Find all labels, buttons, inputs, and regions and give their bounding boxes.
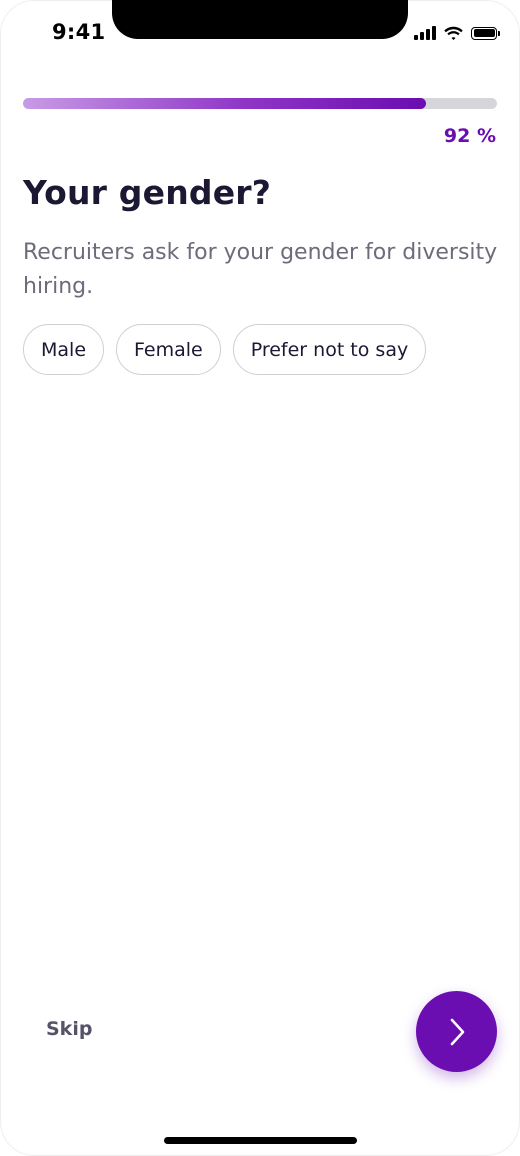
chevron-right-icon	[450, 1018, 464, 1045]
status-time: 9:41	[52, 20, 106, 44]
cellular-signal-icon	[414, 26, 436, 40]
home-indicator	[164, 1137, 357, 1144]
option-chip-prefer-not-to-say[interactable]: Prefer not to say	[232, 324, 427, 375]
next-button[interactable]	[416, 991, 497, 1072]
battery-icon	[471, 26, 500, 40]
question-title: Your gender?	[23, 173, 272, 212]
progress-bar	[23, 98, 497, 109]
option-chip-male[interactable]: Male	[23, 324, 105, 375]
status-icons	[414, 23, 500, 43]
progress-label: 92 %	[443, 125, 496, 147]
skip-button[interactable]: Skip	[46, 1018, 92, 1040]
progress-bar-fill	[23, 98, 426, 109]
wifi-icon	[444, 26, 463, 40]
device-notch	[112, 0, 408, 39]
phone-screen: 9:41 92 % Your gender? Recruiters ask fo…	[0, 0, 520, 1156]
gender-options: Male Female Prefer not to say	[23, 324, 427, 375]
question-subtitle: Recruiters ask for your gender for diver…	[23, 240, 498, 299]
option-chip-female[interactable]: Female	[116, 324, 221, 375]
